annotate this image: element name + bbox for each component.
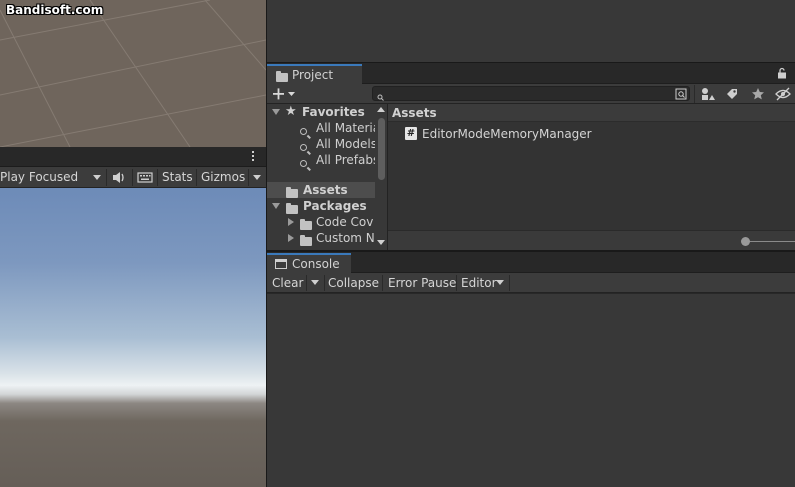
folder-icon xyxy=(300,235,312,246)
play-mode-label: Play Focused xyxy=(0,170,79,184)
scrollbar-thumb[interactable] xyxy=(378,118,385,180)
editor-dropdown-label: Editor xyxy=(461,276,497,290)
folder-open-icon xyxy=(286,203,298,214)
tree-assets-label: Assets xyxy=(303,183,348,197)
project-folder-tree: ★ Favorites All Materia All Models All P… xyxy=(267,104,388,250)
tree-item-all-prefabs[interactable]: All Prefabs xyxy=(267,152,388,168)
tree-item-all-materials[interactable]: All Materia xyxy=(267,120,388,136)
game-tab-strip xyxy=(0,147,266,167)
chevron-down-icon xyxy=(272,109,280,115)
game-view-render[interactable] xyxy=(0,188,266,487)
tab-console-label: Console xyxy=(292,257,340,271)
tree-item-code-coverage[interactable]: Code Cov xyxy=(267,214,388,230)
console-icon xyxy=(275,259,287,269)
game-toolbar: Play Focused Stats Gizmos xyxy=(0,167,266,188)
search-field[interactable] xyxy=(387,87,657,100)
search-icon xyxy=(300,128,307,135)
search-by-type-icon[interactable] xyxy=(701,87,715,101)
keyboard-icon[interactable] xyxy=(137,167,155,188)
stats-button[interactable]: Stats xyxy=(162,167,193,188)
search-icon xyxy=(300,160,307,167)
tree-packages-label: Packages xyxy=(303,199,367,213)
tab-project[interactable]: Project xyxy=(267,64,362,85)
chevron-right-icon xyxy=(288,234,294,242)
create-button[interactable] xyxy=(272,86,298,102)
search-icon xyxy=(300,144,307,151)
tree-item-favorites[interactable]: ★ Favorites xyxy=(267,104,388,120)
tree-item-custom-nunit[interactable]: Custom NU xyxy=(267,230,388,246)
chevron-down-icon[interactable] xyxy=(377,240,385,245)
tree-item-all-models[interactable]: All Models xyxy=(267,136,388,152)
zoom-slider-track[interactable] xyxy=(744,241,795,242)
clear-button[interactable]: Clear xyxy=(272,273,303,293)
speaker-icon[interactable] xyxy=(111,167,129,188)
editor-dropdown[interactable]: Editor xyxy=(461,273,511,293)
breadcrumb: Assets xyxy=(388,104,795,122)
error-pause-button[interactable]: Error Pause xyxy=(388,273,456,293)
file-name: EditorModeMemoryManager xyxy=(422,127,592,141)
tree-item-label: All Models xyxy=(316,137,377,151)
search-icon xyxy=(377,90,384,101)
tree-item-label: All Prefabs xyxy=(316,153,380,167)
assets-footer xyxy=(388,230,795,250)
chevron-down-icon xyxy=(93,175,101,180)
tree-item-label: All Materia xyxy=(316,121,381,135)
tab-project-label: Project xyxy=(292,68,334,82)
tree-favorites-label: Favorites xyxy=(302,105,365,119)
kebab-menu-icon[interactable] xyxy=(250,151,256,163)
tab-console[interactable]: Console xyxy=(267,253,351,274)
console-log-area[interactable] xyxy=(267,294,795,487)
play-mode-dropdown[interactable]: Play Focused xyxy=(0,167,105,188)
breadcrumb-assets[interactable]: Assets xyxy=(392,105,437,121)
tag-icon[interactable] xyxy=(725,87,739,101)
folder-open-icon xyxy=(286,187,298,198)
clear-options-dropdown[interactable] xyxy=(307,273,323,293)
folder-icon xyxy=(276,71,288,82)
scene-grid xyxy=(0,0,266,147)
tree-item-label: Code Cov xyxy=(316,215,374,229)
tree-item-label: Custom NU xyxy=(316,231,384,245)
lock-icon[interactable] xyxy=(776,67,788,79)
folder-icon xyxy=(300,219,312,230)
chevron-down-icon xyxy=(496,280,504,285)
console-toolbar: Clear Collapse Error Pause Editor xyxy=(267,273,795,293)
tree-item-packages[interactable]: Packages xyxy=(267,198,388,214)
search-input[interactable] xyxy=(372,86,690,101)
gizmos-dropdown[interactable] xyxy=(250,167,264,188)
chevron-down-icon xyxy=(311,280,319,285)
scene-view[interactable]: Bandisoft.com xyxy=(0,0,266,147)
chevron-up-icon[interactable] xyxy=(377,107,385,112)
star-icon: ★ xyxy=(285,104,297,119)
chevron-down-icon xyxy=(253,175,261,180)
watermark-text: Bandisoft.com xyxy=(6,3,104,17)
star-icon[interactable] xyxy=(751,87,765,101)
inspector-panel-area xyxy=(267,0,795,62)
chevron-down-icon xyxy=(272,203,280,209)
hidden-packages-icon[interactable] xyxy=(775,87,791,101)
tree-item-assets[interactable]: Assets xyxy=(267,182,375,198)
collapse-button[interactable]: Collapse xyxy=(328,273,379,293)
save-search-icon[interactable] xyxy=(675,88,687,100)
zoom-slider-handle[interactable] xyxy=(741,237,750,246)
csharp-script-icon: # xyxy=(405,127,417,140)
chevron-right-icon xyxy=(288,218,294,226)
gizmos-button[interactable]: Gizmos xyxy=(201,167,245,188)
